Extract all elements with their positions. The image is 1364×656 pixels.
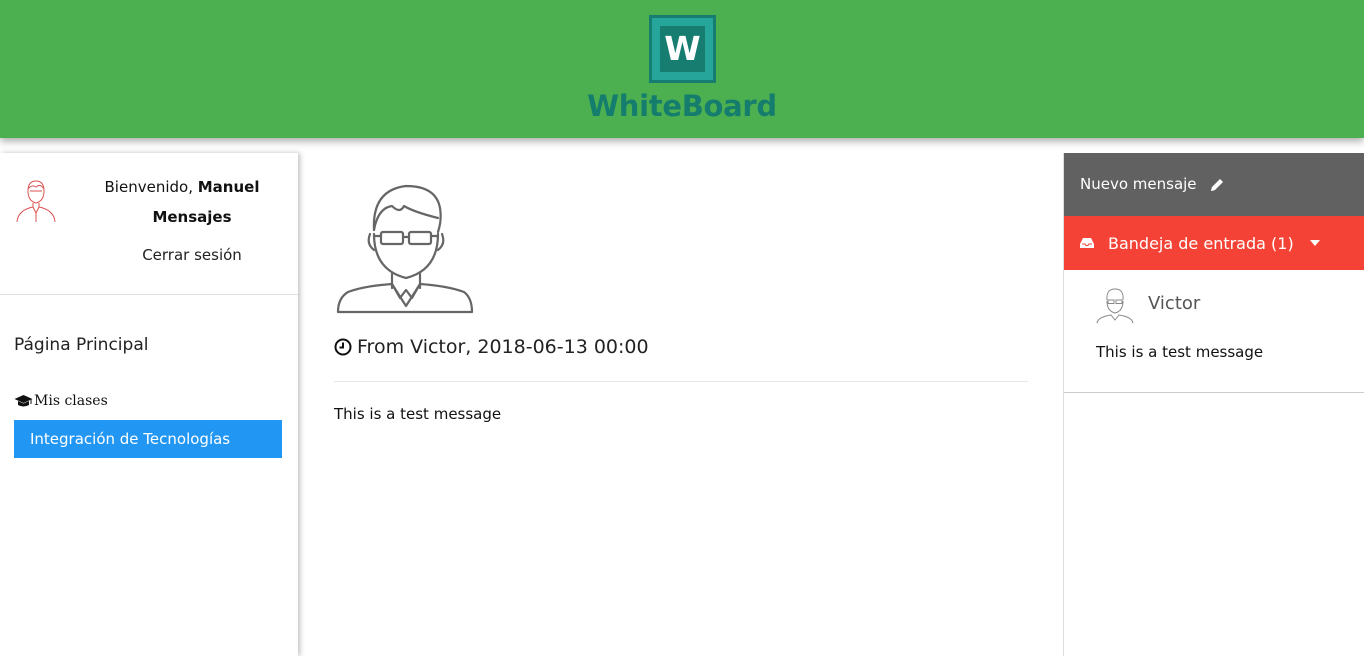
logout-link[interactable]: Cerrar sesión (92, 246, 292, 264)
user-name: Manuel (197, 178, 260, 196)
classes-heading: Mis clases (14, 393, 108, 409)
clock-icon (334, 338, 352, 356)
welcome-prefix: Bienvenido, (104, 178, 193, 196)
welcome-text: Bienvenido, Manuel (92, 178, 272, 196)
chevron-down-icon (1309, 240, 1320, 246)
new-message-button[interactable]: Nuevo mensaje (1064, 153, 1364, 216)
inbox-icon (1080, 238, 1094, 248)
inbox-item[interactable]: Victor This is a test message (1064, 270, 1364, 393)
logo-letter: W (660, 26, 705, 72)
sidebar-divider (0, 294, 298, 295)
inbox-item-sender: Victor (1148, 293, 1201, 314)
message-meta: From Victor, 2018-06-13 00:00 (357, 336, 649, 358)
pencil-icon (1210, 178, 1223, 191)
top-header: W WhiteBoard (0, 0, 1364, 138)
message-body: This is a test message (334, 405, 502, 423)
left-sidebar: Bienvenido, Manuel Mensajes Cerrar sesió… (0, 153, 298, 656)
new-message-label: Nuevo mensaje (1080, 175, 1197, 193)
sender-avatar-icon (1096, 288, 1134, 324)
graduation-cap-icon (14, 395, 33, 407)
message-divider (334, 381, 1028, 382)
classes-heading-label: Mis clases (34, 393, 108, 409)
message-view: From Victor, 2018-06-13 00:00 This is a … (298, 153, 1064, 656)
sender-avatar-icon (336, 184, 474, 314)
class-item-integracion[interactable]: Integración de Tecnologías (14, 420, 282, 458)
home-link[interactable]: Página Principal (14, 335, 148, 355)
brand-name[interactable]: WhiteBoard (560, 89, 804, 123)
inbox-label: Bandeja de entrada (1) (1108, 233, 1294, 253)
user-avatar-icon (16, 180, 56, 223)
messages-link[interactable]: Mensajes (92, 208, 292, 226)
inbox-item-preview: This is a test message (1096, 343, 1264, 361)
inbox-panel: Nuevo mensaje Bandeja de entrada (1) Vic… (1063, 153, 1364, 656)
brand-logo[interactable]: W (649, 15, 716, 83)
inbox-toggle[interactable]: Bandeja de entrada (1) (1064, 216, 1364, 270)
message-header: From Victor, 2018-06-13 00:00 (334, 336, 649, 358)
